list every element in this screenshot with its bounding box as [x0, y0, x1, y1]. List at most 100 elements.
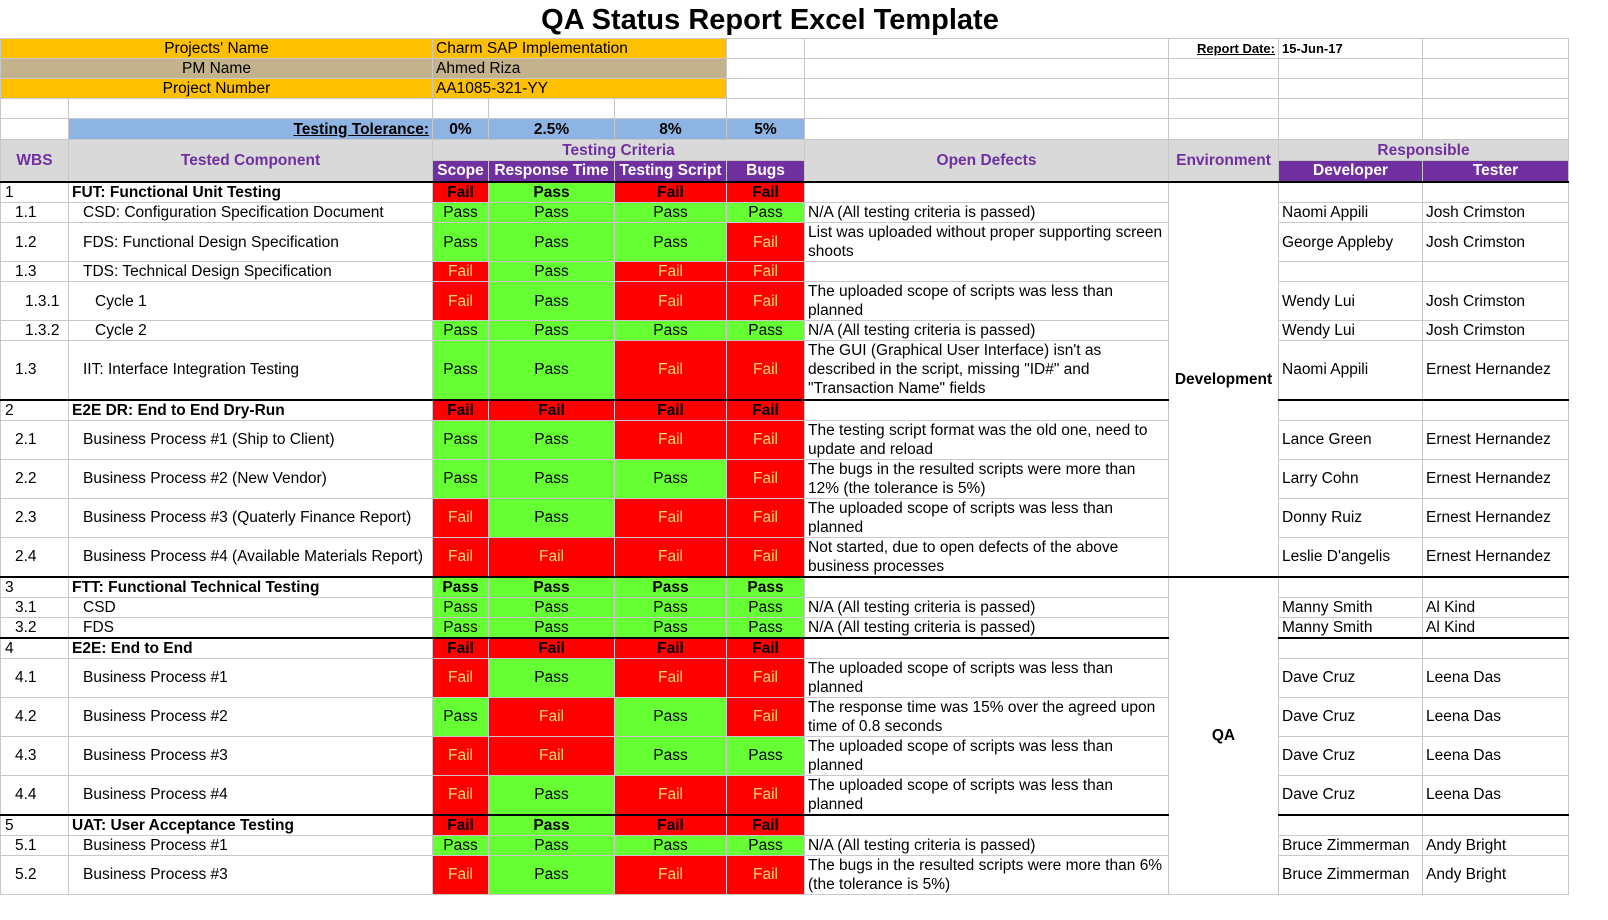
wbs-cell[interactable]: 4.1	[0, 657, 69, 698]
script-status-cell[interactable]: Fail	[614, 774, 727, 815]
developer-cell[interactable]	[1278, 180, 1423, 203]
tester-cell[interactable]: Ernest Hernandez	[1422, 419, 1569, 460]
wbs-cell[interactable]: 1.2	[0, 222, 69, 262]
cell[interactable]	[614, 98, 727, 119]
tester-cell[interactable]: Ernest Hernandez	[1422, 458, 1569, 499]
script-status-cell[interactable]: Pass	[614, 834, 727, 856]
developer-cell[interactable]	[1278, 398, 1423, 421]
developer-cell[interactable]: Dave Cruz	[1278, 735, 1423, 776]
response-status-cell[interactable]: Pass	[488, 616, 615, 638]
tester-cell[interactable]	[1422, 261, 1569, 282]
response-status-cell[interactable]: Pass	[488, 657, 615, 698]
scope-status-cell[interactable]: Pass	[432, 419, 489, 460]
component-cell[interactable]: CSD	[68, 596, 433, 618]
component-cell[interactable]: Business Process #2	[68, 696, 433, 737]
scope-status-cell[interactable]: Fail	[432, 536, 489, 577]
bugs-status-cell[interactable]: Fail	[726, 813, 805, 836]
developer-cell[interactable]: Leslie D'angelis	[1278, 536, 1423, 577]
cell[interactable]	[804, 58, 1169, 79]
developer-cell[interactable]: Bruce Zimmerman	[1278, 854, 1423, 895]
bugs-status-cell[interactable]: Fail	[726, 261, 805, 282]
component-cell[interactable]: IIT: Interface Integration Testing	[68, 340, 433, 400]
component-cell[interactable]: Business Process #2 (New Vendor)	[68, 458, 433, 499]
open-defect-cell[interactable]	[804, 180, 1169, 203]
script-status-cell[interactable]: Fail	[614, 497, 727, 538]
component-cell[interactable]: FUT: Functional Unit Testing	[68, 180, 433, 203]
wbs-cell[interactable]: 1.3	[0, 340, 69, 400]
bugs-status-cell[interactable]: Pass	[726, 320, 805, 341]
response-status-cell[interactable]: Pass	[488, 340, 615, 400]
tester-cell[interactable]: Ernest Hernandez	[1422, 497, 1569, 538]
cell[interactable]	[1422, 58, 1569, 79]
cell[interactable]	[0, 98, 69, 119]
response-status-cell[interactable]: Pass	[488, 834, 615, 856]
component-cell[interactable]: Business Process #4	[68, 774, 433, 815]
tolerance-response-time[interactable]: 2.5%	[488, 118, 615, 140]
cell[interactable]	[1278, 98, 1423, 119]
scope-status-cell[interactable]: Fail	[432, 735, 489, 776]
bugs-status-cell[interactable]: Fail	[726, 419, 805, 460]
script-status-cell[interactable]: Pass	[614, 696, 727, 737]
open-defect-cell[interactable]: The bugs in the resulted scripts were mo…	[804, 458, 1169, 499]
component-cell[interactable]: Business Process #4 (Available Materials…	[68, 536, 433, 577]
developer-cell[interactable]	[1278, 813, 1423, 836]
open-defect-cell[interactable]: The uploaded scope of scripts was less t…	[804, 281, 1169, 321]
tester-cell[interactable]: Ernest Hernandez	[1422, 536, 1569, 577]
scope-status-cell[interactable]: Pass	[432, 202, 489, 223]
bugs-status-cell[interactable]: Pass	[726, 735, 805, 776]
component-cell[interactable]: FTT: Functional Technical Testing	[68, 575, 433, 598]
cell[interactable]	[1168, 118, 1279, 140]
open-defect-cell[interactable]	[804, 575, 1169, 598]
developer-cell[interactable]: Larry Cohn	[1278, 458, 1423, 499]
developer-cell[interactable]: Dave Cruz	[1278, 696, 1423, 737]
developer-cell[interactable]: Naomi Appili	[1278, 202, 1423, 223]
scope-status-cell[interactable]: Pass	[432, 320, 489, 341]
wbs-cell[interactable]: 1.3.2	[0, 320, 69, 341]
cell[interactable]	[432, 98, 489, 119]
response-status-cell[interactable]: Pass	[488, 497, 615, 538]
cell[interactable]	[68, 98, 433, 119]
wbs-cell[interactable]: 2	[0, 398, 69, 421]
cell[interactable]	[1422, 98, 1569, 119]
response-status-cell[interactable]: Pass	[488, 202, 615, 223]
open-defect-cell[interactable]: N/A (All testing criteria is passed)	[804, 320, 1169, 341]
bugs-status-cell[interactable]: Fail	[726, 657, 805, 698]
open-defect-cell[interactable]: The bugs in the resulted scripts were mo…	[804, 854, 1169, 895]
cell[interactable]	[1168, 58, 1279, 79]
scope-status-cell[interactable]: Pass	[432, 696, 489, 737]
report-date-value[interactable]: 15-Jun-17	[1278, 38, 1423, 59]
cell[interactable]	[1278, 118, 1423, 140]
open-defect-cell[interactable]: N/A (All testing criteria is passed)	[804, 834, 1169, 856]
bugs-status-cell[interactable]: Pass	[726, 202, 805, 223]
scope-status-cell[interactable]: Fail	[432, 261, 489, 282]
component-cell[interactable]: CSD: Configuration Specification Documen…	[68, 202, 433, 223]
tester-cell[interactable]: Leena Das	[1422, 657, 1569, 698]
wbs-cell[interactable]: 1.1	[0, 202, 69, 223]
environment-cell[interactable]: QA	[1168, 575, 1279, 895]
developer-cell[interactable]	[1278, 575, 1423, 598]
cell[interactable]	[726, 38, 805, 59]
script-status-cell[interactable]: Fail	[614, 636, 727, 659]
cell[interactable]	[1422, 118, 1569, 140]
cell[interactable]	[1278, 78, 1423, 99]
tester-cell[interactable]	[1422, 575, 1569, 598]
tester-cell[interactable]: Leena Das	[1422, 696, 1569, 737]
open-defect-cell[interactable]	[804, 813, 1169, 836]
open-defect-cell[interactable]: N/A (All testing criteria is passed)	[804, 596, 1169, 618]
response-status-cell[interactable]: Fail	[488, 398, 615, 421]
response-status-cell[interactable]: Pass	[488, 281, 615, 321]
script-status-cell[interactable]: Fail	[614, 813, 727, 836]
developer-cell[interactable]: Manny Smith	[1278, 616, 1423, 638]
scope-status-cell[interactable]: Pass	[432, 340, 489, 400]
script-status-cell[interactable]: Pass	[614, 735, 727, 776]
component-cell[interactable]: UAT: User Acceptance Testing	[68, 813, 433, 836]
developer-cell[interactable]: Donny Ruiz	[1278, 497, 1423, 538]
component-cell[interactable]: Business Process #1 (Ship to Client)	[68, 419, 433, 460]
scope-status-cell[interactable]: Fail	[432, 180, 489, 203]
response-status-cell[interactable]: Pass	[488, 596, 615, 618]
tester-cell[interactable]: Josh Crimston	[1422, 222, 1569, 262]
bugs-status-cell[interactable]: Fail	[726, 222, 805, 262]
scope-status-cell[interactable]: Fail	[432, 774, 489, 815]
bugs-status-cell[interactable]: Fail	[726, 281, 805, 321]
tester-cell[interactable]	[1422, 398, 1569, 421]
